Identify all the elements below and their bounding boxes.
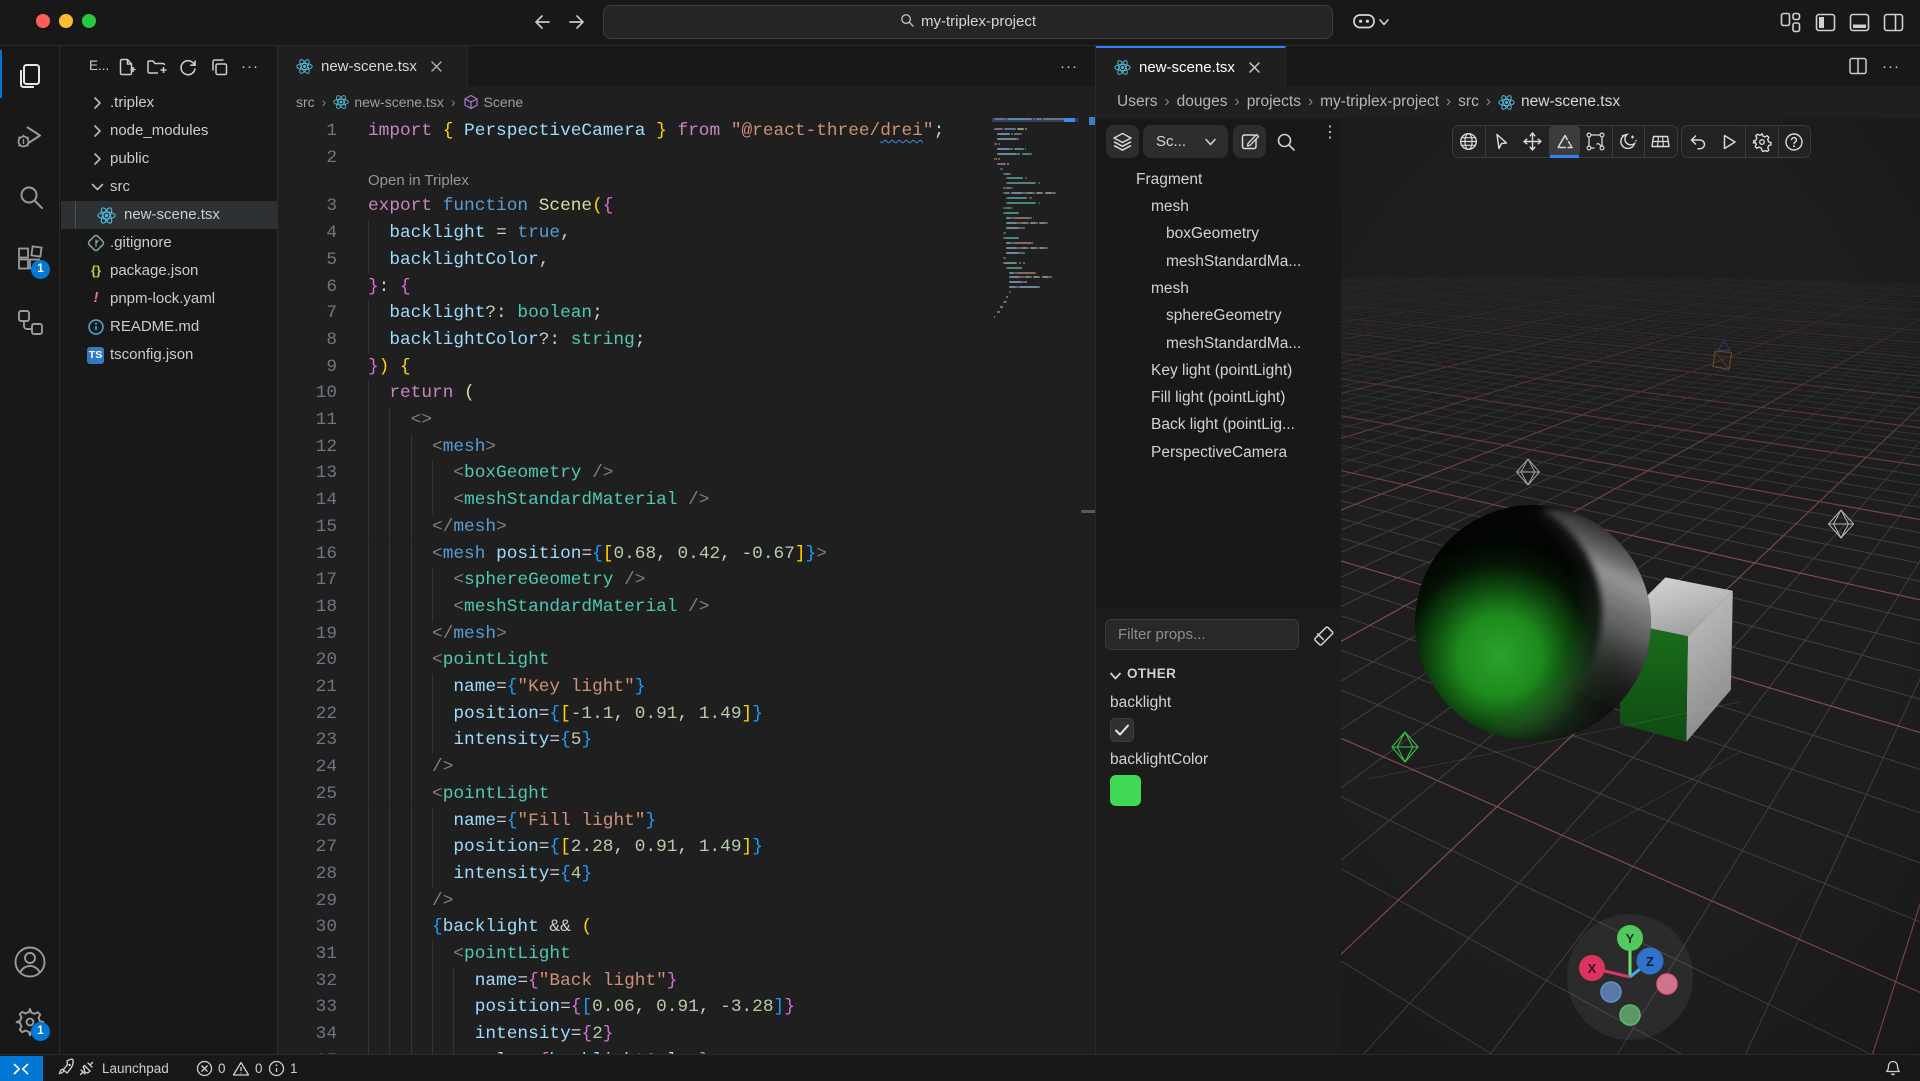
svg-text:X: X	[1588, 961, 1597, 976]
svg-text:Y: Y	[1626, 931, 1635, 946]
svg-text:Z: Z	[1646, 954, 1654, 969]
